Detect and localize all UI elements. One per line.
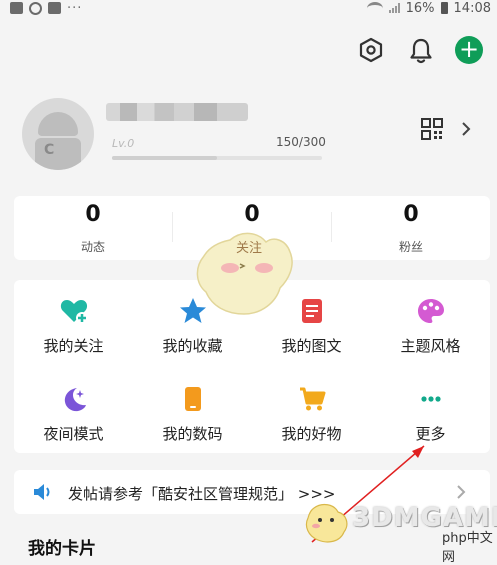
username-blurred [106,103,248,121]
settings-hexagon-icon [359,37,383,63]
more-dots-icon [421,396,441,402]
palette-icon [418,299,444,323]
notice-text: 发帖请参考「酷安社区管理规范」 >>> [68,485,336,503]
level-progress-fill [112,156,217,160]
status-notification-icons: ··· [10,0,82,16]
bag-icon [48,2,61,14]
menu-theme-style[interactable]: 主题风格 [371,280,490,360]
menu-label: 我的收藏 [162,337,223,355]
android-head-icon [38,112,78,136]
document-icon [302,299,322,323]
menu-night-mode[interactable]: 夜间模式 [14,368,133,448]
qr-code-button[interactable] [421,118,443,140]
my-cards-title: 我的卡片 [28,539,96,559]
wifi-icon [366,1,383,15]
watermark-mascot [305,503,348,543]
menu-label: 我的关注 [43,337,104,355]
speaker-icon [34,484,50,500]
avatar-placeholder-mark: C [44,142,55,158]
signal-icon [388,3,400,13]
menu-my-digital[interactable]: 我的数码 [133,368,252,448]
bell-icon [410,38,432,64]
add-button[interactable]: + [455,36,483,64]
status-bar: ··· 16% 14:08 [0,0,497,20]
avatar[interactable]: C [22,98,94,170]
menu-more[interactable]: 更多 [371,368,490,448]
qr-code-icon [421,118,443,140]
phone-icon [185,387,201,411]
stat-value: 0 [403,202,419,227]
stat-value: 0 [85,202,101,227]
user-level: Lv.0 [112,137,135,150]
status-time: 14:08 [453,0,491,16]
stat-posts[interactable]: 0 动态 [14,196,172,260]
status-system-icons: 16% 14:08 [366,0,491,16]
menu-label: 我的图文 [281,337,342,355]
battery-icon [440,2,448,14]
moon-icon [64,388,86,412]
menu-label: 我的数码 [162,425,223,443]
level-progress-bar [112,156,322,160]
cart-icon [300,387,326,411]
menu-label: 主题风格 [400,337,461,355]
heart-plus-icon [60,300,88,324]
stat-label: 动态 [80,240,105,254]
mascot-label: 关注 [236,241,263,256]
menu-my-goods[interactable]: 我的好物 [252,368,371,448]
clock-icon [29,1,42,15]
profile-chevron-right-icon[interactable] [460,118,472,140]
battery-percent: 16% [405,0,435,16]
android-body-icon [35,138,81,170]
watermark-site: php中文网 [442,531,493,565]
notifications-button[interactable] [408,37,434,65]
menu-label: 夜间模式 [43,425,104,443]
stat-label: 粉丝 [398,240,423,254]
gallery-icon [10,2,23,14]
menu-my-following[interactable]: 我的关注 [14,280,133,360]
settings-button[interactable] [358,37,384,63]
chevron-right-icon [457,485,466,499]
stat-followers[interactable]: 0 粉丝 [332,196,490,260]
level-points: 150/300 [276,135,326,149]
more-notifications: ··· [67,0,83,16]
